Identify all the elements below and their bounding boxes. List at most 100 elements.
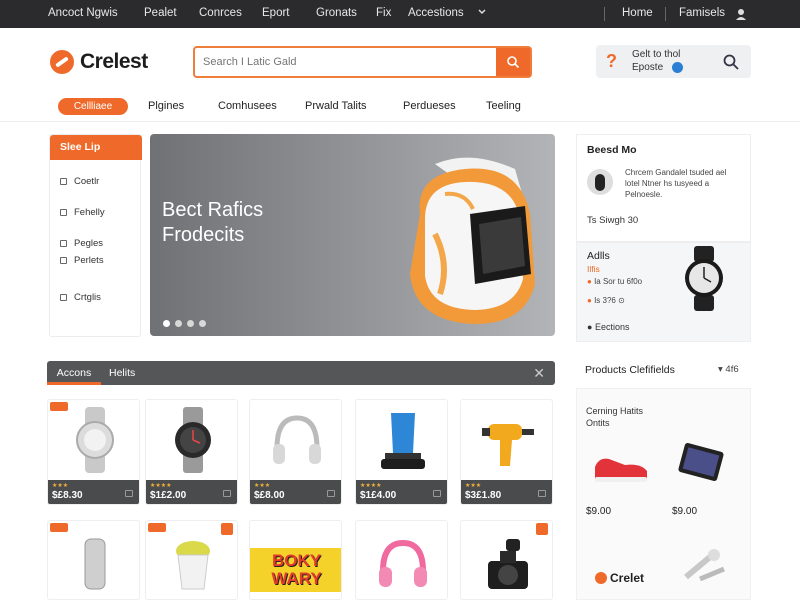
cart-icon[interactable]: [433, 490, 441, 497]
deal-title: Adlls: [587, 250, 610, 262]
sidebar-item[interactable]: Fehelly: [60, 207, 105, 218]
carousel-dot[interactable]: [163, 320, 170, 327]
sidebar-item[interactable]: Coetlr: [60, 176, 99, 187]
category-tab[interactable]: Comhusees: [218, 100, 277, 112]
category-nav: Cellliaee Plgines Comhusees Prwald Talit…: [0, 92, 800, 122]
category-icon: [60, 178, 67, 185]
price-bar: ★★★ $3£1.80: [461, 480, 552, 504]
search-icon[interactable]: [722, 53, 740, 74]
sidebar-item[interactable]: Crtglis: [60, 292, 101, 303]
help-widget[interactable]: ? Gelt to thol Eposte: [596, 45, 751, 78]
product-price: $1£2.00: [150, 490, 187, 501]
sidebar-item[interactable]: Pegles: [60, 238, 103, 249]
hero-headline: Bect Rafics Frodecits: [162, 199, 264, 246]
product-price: $9.00: [586, 506, 612, 517]
sale-badge: [50, 402, 68, 411]
deal-footer[interactable]: ● Eections: [587, 322, 629, 332]
home-link[interactable]: Home: [622, 7, 653, 19]
price-bar: ★★★ $£8.00: [250, 480, 341, 504]
silver-watch-icon: [48, 400, 139, 480]
brand-name: Crelest: [80, 50, 148, 73]
rating-stars: ★★★★: [150, 483, 172, 489]
close-icon[interactable]: ✕: [533, 365, 545, 382]
product-price: $£8.30: [52, 490, 83, 501]
search-input[interactable]: [195, 48, 495, 76]
deal-price-alt: ● Is 3?6 ⊙: [587, 296, 625, 305]
cart-icon[interactable]: [125, 490, 133, 497]
review-panel: Beesd Mo Chrcem Gandalel tsuded ael lote…: [576, 134, 751, 242]
brand-logo[interactable]: Crelest: [50, 46, 148, 78]
tab-hits[interactable]: Helits: [109, 361, 135, 385]
section-count[interactable]: ▾ 4f6: [718, 364, 739, 375]
avatar: [587, 169, 613, 195]
top-nav-item[interactable]: Gronats: [316, 7, 357, 19]
featured-panel: Cerning Hatits Ontits $9.00 $9.00 Crelet: [576, 388, 751, 600]
product-price: $£8.00: [254, 490, 285, 501]
search-icon: [507, 56, 520, 69]
carousel-dot[interactable]: [175, 320, 182, 327]
tablet-icon[interactable]: [677, 441, 727, 485]
review-text: Chrcem Gandalel tsuded ael lotel Ntner h…: [625, 168, 727, 199]
cart-icon[interactable]: [223, 490, 231, 497]
sidebar-header[interactable]: Slee Lip: [50, 135, 142, 160]
top-nav-item[interactable]: Fix: [376, 7, 391, 19]
top-nav-item[interactable]: Pealet: [144, 7, 177, 19]
chevron-down-icon[interactable]: [477, 7, 487, 20]
product-price: $1£4.00: [360, 490, 397, 501]
price-bar: ★★★★ $1£4.00: [356, 480, 447, 504]
black-watch-image: [685, 246, 723, 311]
sidebar-item[interactable]: Perlets: [60, 255, 104, 266]
question-icon: ?: [606, 51, 617, 71]
product-card[interactable]: ★★★ $£8.30: [47, 399, 140, 505]
category-icon: [60, 294, 67, 301]
product-card[interactable]: ★★★ $£8.00: [249, 399, 342, 505]
user-icon[interactable]: [733, 6, 749, 25]
help-line-2: Eposte: [632, 62, 664, 73]
top-nav-item[interactable]: Ancoct Ngwis: [48, 7, 118, 19]
rating-stars: ★★★★: [360, 483, 382, 489]
review-meta: Ts Siwgh 30: [587, 215, 639, 226]
pink-headphones-icon: [356, 521, 447, 599]
chain-bracelet-icon: [48, 521, 139, 599]
deal-subtitle: Ilfis: [587, 264, 600, 274]
category-tab[interactable]: Perdueses: [403, 100, 456, 112]
category-tab[interactable]: Plgines: [148, 100, 184, 112]
favorites-link[interactable]: Famisels: [679, 7, 725, 19]
category-icon: [60, 257, 67, 264]
carousel-dot[interactable]: [199, 320, 206, 327]
key-tool-icon[interactable]: [680, 547, 730, 587]
category-tab-active[interactable]: Cellliaee: [58, 98, 128, 115]
hero-banner[interactable]: Bect Rafics Frodecits: [150, 134, 555, 336]
deal-panel[interactable]: Adlls Ilfis ● Ia Sor tu 6f0o ● Is 3?6 ⊙ …: [576, 242, 751, 342]
divider: [604, 7, 605, 21]
tab-accessories[interactable]: Accons: [47, 361, 101, 385]
category-tab[interactable]: Teeling: [486, 100, 521, 112]
product-card[interactable]: ★★★ $3£1.80: [460, 399, 553, 505]
product-card[interactable]: ★★★★ $1£2.00: [145, 399, 238, 505]
top-nav-item[interactable]: Accestions: [408, 7, 464, 19]
product-card[interactable]: ★★★★ $1£4.00: [355, 399, 448, 505]
product-card[interactable]: [47, 520, 140, 600]
drill-icon: [461, 400, 552, 480]
top-nav-bar: Ancoct Ngwis Pealet Conrces Eport Gronat…: [0, 0, 800, 28]
product-card[interactable]: [355, 520, 448, 600]
category-tab[interactable]: Prwald Talits: [305, 100, 367, 112]
product-card[interactable]: [460, 520, 553, 600]
sneaker-icon[interactable]: [591, 449, 651, 485]
section-title: Products Clefifields: [585, 364, 675, 376]
brand-logo-small[interactable]: Crelet: [595, 571, 644, 585]
carousel-dots[interactable]: [163, 320, 211, 327]
food-jar-icon: [146, 521, 237, 599]
rating-stars: ★★★: [465, 483, 482, 489]
cart-icon[interactable]: [327, 490, 335, 497]
cart-icon[interactable]: [538, 490, 546, 497]
help-line-1: Gelt to thol: [632, 49, 681, 60]
camera-icon: [461, 521, 552, 599]
top-nav-item[interactable]: Eport: [262, 7, 290, 19]
carousel-dot[interactable]: [187, 320, 194, 327]
product-card[interactable]: BOKY WARY: [249, 520, 342, 600]
top-nav-item[interactable]: Conrces: [199, 7, 242, 19]
product-card[interactable]: [145, 520, 238, 600]
search-button[interactable]: [496, 48, 530, 76]
panel-title: Beesd Mo: [587, 144, 637, 156]
